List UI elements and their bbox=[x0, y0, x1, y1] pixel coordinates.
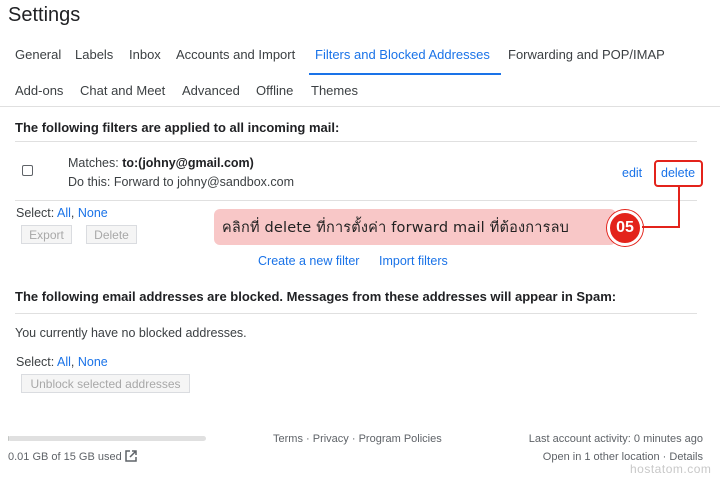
import-filters-link[interactable]: Import filters bbox=[379, 254, 448, 268]
filter-matches-value: to:(johny@gmail.com) bbox=[122, 156, 254, 170]
blocked-heading: The following email addresses are blocke… bbox=[15, 289, 617, 304]
terms-link[interactable]: Terms bbox=[273, 433, 303, 445]
select-separator: , bbox=[70, 206, 78, 220]
tab-advanced[interactable]: Advanced bbox=[182, 83, 240, 98]
blocked-select-label: Select: bbox=[16, 355, 55, 369]
blocked-select-all[interactable]: All bbox=[57, 355, 71, 369]
filters-select-all[interactable]: All bbox=[57, 206, 71, 220]
tab-chat-and-meet[interactable]: Chat and Meet bbox=[80, 83, 165, 98]
filter-matches-label: Matches: bbox=[68, 156, 119, 170]
external-link-icon[interactable] bbox=[124, 449, 138, 463]
filters-select-row: Select: All, None bbox=[16, 206, 108, 220]
footer-separator: · bbox=[302, 433, 313, 445]
storage-bar bbox=[8, 436, 206, 441]
active-tab-indicator bbox=[309, 73, 501, 75]
footer-links: Terms · Privacy · Program Policies bbox=[273, 433, 442, 445]
tab-labels[interactable]: Labels bbox=[75, 47, 113, 62]
tab-filters-and-blocked-addresses[interactable]: Filters and Blocked Addresses bbox=[315, 47, 490, 62]
annotation-text: คลิกที่ delete ที่การตั้งค่า forward mai… bbox=[222, 219, 570, 236]
filter-edit-link[interactable]: edit bbox=[622, 166, 642, 180]
blocked-select-row: Select: All, None bbox=[16, 355, 108, 369]
select-separator: , bbox=[70, 355, 78, 369]
export-button[interactable]: Export bbox=[21, 225, 72, 244]
tab-general[interactable]: General bbox=[15, 47, 61, 62]
blocked-select-none[interactable]: None bbox=[78, 355, 108, 369]
blocked-empty-text: You currently have no blocked addresses. bbox=[15, 326, 247, 340]
filter-checkbox[interactable] bbox=[22, 165, 33, 176]
watermark: hostatom.com bbox=[630, 462, 712, 476]
delete-button[interactable]: Delete bbox=[86, 225, 137, 244]
tab-add-ons[interactable]: Add-ons bbox=[15, 83, 63, 98]
filters-select-label: Select: bbox=[16, 206, 55, 220]
filter-action: Do this: Forward to johny@sandbox.com bbox=[68, 175, 294, 189]
tab-themes[interactable]: Themes bbox=[311, 83, 358, 98]
blocked-divider bbox=[15, 313, 697, 314]
create-filter-link[interactable]: Create a new filter bbox=[258, 254, 359, 268]
filters-heading: The following filters are applied to all… bbox=[15, 120, 340, 135]
tab-offline[interactable]: Offline bbox=[256, 83, 293, 98]
filter-matches: Matches: to:(johny@gmail.com) bbox=[68, 156, 254, 170]
delete-highlight-box bbox=[654, 160, 703, 187]
filter-row-divider bbox=[15, 200, 697, 201]
filters-select-none[interactable]: None bbox=[78, 206, 108, 220]
tab-accounts-and-import[interactable]: Accounts and Import bbox=[176, 47, 295, 62]
unblock-button[interactable]: Unblock selected addresses bbox=[21, 374, 190, 393]
footer-separator: · bbox=[348, 433, 359, 445]
page-title: Settings bbox=[8, 4, 81, 26]
tab-forwarding-and-pop-imap[interactable]: Forwarding and POP/IMAP bbox=[508, 47, 665, 62]
tabs-divider bbox=[0, 106, 720, 107]
tab-inbox[interactable]: Inbox bbox=[129, 47, 161, 62]
annotation-callout: คลิกที่ delete ที่การตั้งค่า forward mai… bbox=[214, 209, 616, 245]
annotation-connector bbox=[642, 186, 680, 228]
filters-divider bbox=[15, 141, 697, 142]
program-policies-link[interactable]: Program Policies bbox=[359, 433, 442, 445]
storage-text: 0.01 GB of 15 GB used bbox=[8, 451, 122, 463]
privacy-link[interactable]: Privacy bbox=[313, 433, 349, 445]
account-activity: Last account activity: 0 minutes ago bbox=[528, 433, 703, 445]
